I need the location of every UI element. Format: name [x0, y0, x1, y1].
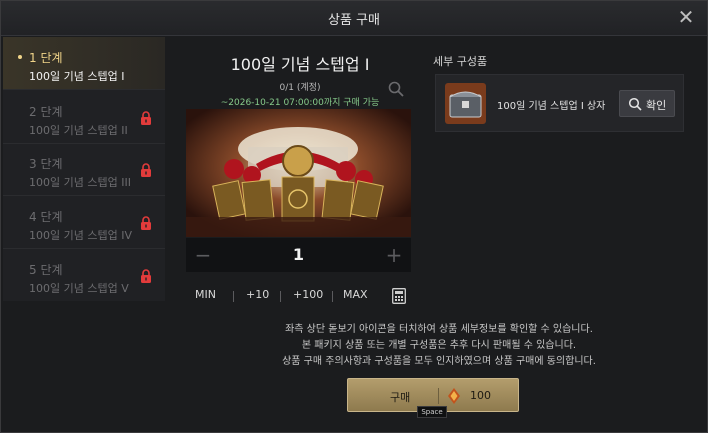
purchase-dialog: 상품 구매 ✕ 1 단계 100일 기념 스텝업 I 2 단계 100일 기념 …	[0, 0, 708, 433]
hotkey-badge: Space	[417, 406, 447, 418]
step-number: 4 단계	[29, 210, 63, 224]
quantity-value[interactable]: 1	[220, 238, 377, 272]
step-item-2[interactable]: 2 단계 100일 기념 스텝업 II	[3, 91, 165, 144]
quick-quantity-bar: MIN +10 +100 MAX	[186, 288, 416, 308]
chest-icon	[445, 83, 486, 124]
confirm-label: 확인	[646, 99, 667, 112]
notice-line: 상품 구매 주의사항과 구성품을 모두 인지하였으며 상품 구매에 동의합니다.	[282, 356, 596, 367]
step-name: 100일 기념 스텝업 IV	[29, 229, 132, 242]
title-bar: 상품 구매 ✕	[1, 1, 707, 36]
step-number: 2 단계	[29, 105, 63, 119]
step-item-4[interactable]: 4 단계 100일 기념 스텝업 IV	[3, 196, 165, 249]
buy-label: 구매	[390, 391, 411, 404]
step-item-5[interactable]: 5 단계 100일 기념 스텝업 V	[3, 249, 165, 301]
step-name: 100일 기념 스텝업 I	[29, 70, 125, 83]
step-name: 100일 기념 스텝업 II	[29, 124, 128, 137]
lock-icon	[141, 163, 151, 177]
divider	[438, 388, 439, 404]
price: 100	[470, 389, 491, 402]
notice-line: 본 패키지 상품 또는 개별 구성품은 추후 다시 판매될 수 있습니다.	[301, 340, 577, 351]
quantity-plus-button[interactable]: +	[377, 238, 411, 272]
lock-icon	[141, 269, 151, 283]
step-item-1[interactable]: 1 단계 100일 기념 스텝업 I	[3, 37, 165, 90]
quantity-stepper: − 1 +	[186, 238, 411, 272]
min-button[interactable]: MIN	[195, 288, 216, 301]
plus100-button[interactable]: +100	[293, 288, 323, 301]
detail-heading: 세부 구성품	[433, 55, 488, 68]
step-list: 1 단계 100일 기념 스텝업 I 2 단계 100일 기념 스텝업 II 3…	[3, 37, 165, 301]
divider	[332, 291, 333, 302]
dialog-title: 상품 구매	[328, 13, 380, 28]
gem-icon	[448, 388, 460, 404]
notice-line: 좌측 상단 돋보기 아이콘을 터치하여 상품 세부정보를 확인할 수 있습니다.	[285, 324, 593, 335]
component-name: 100일 기념 스텝업 I 상자	[497, 101, 606, 112]
product-name: 100일 기념 스텝업 I	[230, 55, 370, 74]
divider	[280, 291, 281, 302]
lock-icon	[141, 111, 151, 125]
step-name: 100일 기념 스텝업 III	[29, 176, 131, 189]
quantity-minus-button[interactable]: −	[186, 238, 220, 272]
confirm-button[interactable]: 확인	[619, 90, 675, 117]
step-number: 5 단계	[29, 263, 63, 277]
step-name: 100일 기념 스텝업 V	[29, 282, 129, 295]
treasure-package-image	[186, 109, 411, 237]
notice-text: 좌측 상단 돋보기 아이콘을 터치하여 상품 세부정보를 확인할 수 있습니다.…	[169, 322, 708, 370]
search-icon	[628, 97, 642, 111]
close-icon[interactable]: ✕	[675, 6, 697, 28]
lock-icon	[141, 216, 151, 230]
step-item-3[interactable]: 3 단계 100일 기념 스텝업 III	[3, 143, 165, 196]
step-number: 3 단계	[29, 157, 63, 171]
component-item: 100일 기념 스텝업 I 상자 확인	[435, 74, 684, 132]
step-number: 1 단계	[29, 51, 63, 65]
active-dot-icon	[18, 55, 22, 59]
plus10-button[interactable]: +10	[246, 288, 269, 301]
magnifier-icon[interactable]	[387, 80, 405, 98]
calculator-icon[interactable]	[392, 288, 406, 304]
divider	[233, 291, 234, 302]
max-button[interactable]: MAX	[343, 288, 368, 301]
